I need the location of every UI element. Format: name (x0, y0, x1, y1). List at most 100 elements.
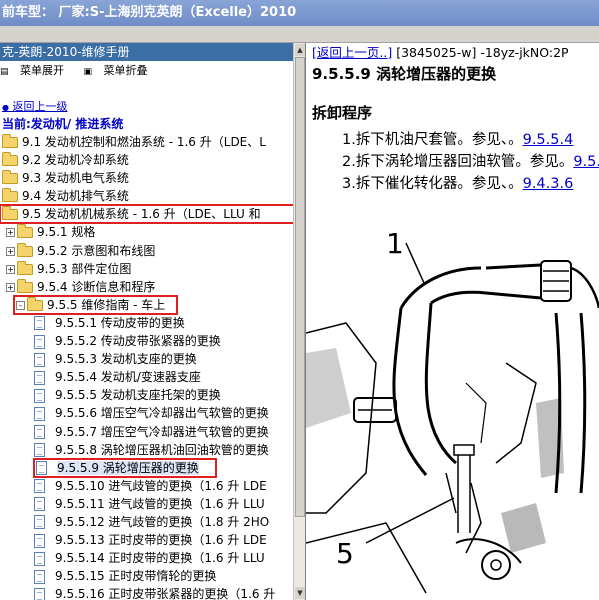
bullet-icon: ● (2, 103, 9, 112)
document-icon (34, 334, 45, 349)
scrollbar-thumb[interactable] (295, 57, 305, 517)
callout-5: 5 (336, 537, 354, 570)
collapse-icon: ▣ (83, 67, 93, 77)
expand-menu-button[interactable]: ▤ 菜单展开 (0, 64, 76, 77)
page-title: 9.5.5.9 涡轮增压器的更换 (312, 65, 497, 83)
tree-doc-item[interactable]: 9.5.5.9 涡轮增压器的更换 (33, 457, 217, 478)
current-location: 当前:发动机/ 推进系统 (2, 117, 124, 131)
tree-item-label: 9.5.5.7 增压空气冷却器进气软管的更换 (55, 424, 269, 439)
folder-icon (17, 260, 33, 275)
tree-doc-item[interactable]: 9.5.5.6 增压空气冷却器出气软管的更换 (0, 404, 294, 422)
step-1-ref-link[interactable]: 9.5.5.4 (523, 132, 574, 148)
collapse-node-icon[interactable]: - (16, 300, 25, 310)
folder-icon (2, 206, 18, 221)
tree-doc-item[interactable]: 9.5.5.7 增压空气冷却器进气软管的更换 (0, 423, 294, 441)
back-up-link-label: 返回上一级 (12, 100, 68, 113)
tree-item-label: 9.5.5.9 涡轮增压器的更换 (57, 460, 199, 475)
tree-item-label: 9.5.5.11 进气歧管的更换（1.6 升 LLU (55, 496, 265, 511)
tree-folder-item[interactable]: - 9.5.5 维修指南 - 车上 (13, 294, 178, 315)
back-page-link[interactable]: [返回上一页..] (312, 45, 392, 60)
folder-icon (17, 224, 33, 239)
tree-doc-item[interactable]: 9.5.5.13 正时皮带的更换（1.6 升 LDE (0, 531, 294, 549)
expand-node-icon[interactable]: + (6, 282, 15, 292)
turbocharger-illustration: 1 5 (306, 227, 599, 594)
tree-item-label: 9.5.5.1 传动皮带的更换 (55, 315, 185, 330)
nav-tree: 9.1 发动机控制和燃油系统 - 1.6 升（LDE、L 9.2 发动机冷却系统 9… (0, 133, 294, 600)
step-3: 3.拆下催化转化器。参见、。9.4.3.6 (306, 173, 599, 195)
tree-folder-item[interactable]: +9.5.2 示意图和布线图 (0, 242, 294, 260)
tree-folder-item[interactable]: +9.5.1 规格 (0, 223, 294, 241)
expand-node-icon[interactable]: + (6, 264, 15, 274)
tree-doc-item[interactable]: 9.5.5.16 正时皮带张紧器的更换（1.6 升 (0, 585, 294, 600)
tree-folder-item[interactable]: 9.2 发动机冷却系统 (0, 151, 294, 169)
folder-icon (2, 188, 18, 203)
document-icon (34, 497, 45, 512)
tree-folder-item[interactable]: +9.5.3 部件定位图 (0, 260, 294, 278)
collapse-menu-label: 菜单折叠 (103, 64, 148, 77)
tree-doc-item[interactable]: 9.5.5.3 发动机支座的更换 (0, 350, 294, 368)
step-2-text: 2.拆下涡轮增压器回油软管。参见。 (342, 154, 574, 170)
step-2-ref-link[interactable]: 9.5.5.4 (573, 154, 599, 170)
tree-item-label: 9.5.5 维修指南 - 车上 (47, 297, 166, 312)
tree-item-label: 9.5.5.8 涡轮增压器机油回油软管的更换 (55, 442, 269, 457)
left-nav-pane: 克-英朗-2010-维修手册 ▤ 菜单展开 ▣ 菜单折叠 ● 返回上一级 当前:… (0, 43, 306, 600)
tree-item-label: 9.5.5.6 增压空气冷却器出气软管的更换 (55, 406, 269, 421)
folder-icon (2, 152, 18, 167)
tree-doc-item[interactable]: 9.5.5.2 传动皮带张紧器的更换 (0, 332, 294, 350)
tree-item-label: 9.5.5.16 正时皮带张紧器的更换（1.6 升 (55, 587, 276, 600)
folder-icon (27, 296, 43, 311)
document-icon (34, 316, 45, 331)
scroll-up-arrow-icon[interactable]: ▲ (295, 44, 305, 56)
step-3-text: 3.拆下催化转化器。参见、。 (342, 176, 523, 192)
step-1-text: 1.拆下机油尺套管。参见、。 (342, 132, 523, 148)
step-1: 1.拆下机油尺套管。参见、。9.5.5.4 (306, 129, 599, 151)
expand-menu-label: 菜单展开 (20, 64, 65, 77)
tree-item-label: 9.3 发动机电气系统 (22, 171, 129, 186)
content-header: [返回上一页..] [3845025-w] -18yz-jkNO:2P (306, 43, 599, 63)
tree-item-label: 9.5.5.4 发动机/变速器支座 (55, 370, 201, 385)
tree-item-label: 9.5.5.3 发动机支座的更换 (55, 352, 197, 367)
window-toolbar-strip (0, 26, 599, 43)
tree-doc-item[interactable]: 9.5.5.5 发动机支座托架的更换 (0, 386, 294, 404)
nav-scrollbar[interactable]: ▲ ▼ (293, 43, 305, 600)
step-2: 2.拆下涡轮增压器回油软管。参见。9.5.5.4 (306, 151, 599, 173)
document-icon (34, 370, 45, 385)
document-icon (34, 515, 45, 530)
tree-folder-item[interactable]: 9.5 发动机机械系统 - 1.6 升（LDE、LLU 和 (0, 204, 294, 225)
document-icon (34, 533, 45, 548)
section-heading: 拆卸程序 (312, 104, 373, 122)
steps-list: 1.拆下机油尺套管。参见、。9.5.5.4 2.拆下涡轮增压器回油软管。参见。9… (306, 129, 599, 195)
nav-toolbar: ▤ 菜单展开 ▣ 菜单折叠 (0, 61, 294, 81)
collapse-menu-button[interactable]: ▣ 菜单折叠 (84, 64, 156, 77)
tree-doc-item[interactable]: 9.5.5.15 正时皮带惰轮的更换 (0, 567, 294, 585)
step-3-ref-link[interactable]: 9.4.3.6 (523, 176, 574, 192)
back-up-link[interactable]: ● 返回上一级 (0, 99, 305, 115)
document-icon (34, 425, 45, 439)
tree-item-label: 9.2 发动机冷却系统 (22, 153, 129, 168)
tree-folder-item[interactable]: 9.1 发动机控制和燃油系统 - 1.6 升（LDE、L (0, 133, 294, 151)
scroll-down-arrow-icon[interactable]: ▼ (295, 587, 305, 599)
tree-doc-item[interactable]: 9.5.5.10 进气歧管的更换（1.6 升 LDE (0, 477, 294, 495)
content-pane: [返回上一页..] [3845025-w] -18yz-jkNO:2P 9.5.… (306, 43, 599, 600)
tree-doc-item[interactable]: 9.5.5.11 进气歧管的更换（1.6 升 LLU (0, 495, 294, 513)
document-icon (34, 551, 45, 566)
tree-item-label: 9.1 发动机控制和燃油系统 - 1.6 升（LDE、L (22, 135, 266, 149)
tree-folder-item[interactable]: 9.4 发动机排气系统 (0, 187, 294, 205)
folder-icon (17, 278, 33, 293)
tree-item-label: 9.5.5.2 传动皮带张紧器的更换 (55, 334, 221, 349)
tree-folder-item[interactable]: +9.5.4 诊断信息和程序 (0, 278, 294, 296)
tree-item-label: 9.5.5.13 正时皮带的更换（1.6 升 LDE (55, 533, 267, 548)
document-icon (34, 443, 45, 458)
tree-doc-item[interactable]: 9.5.5.8 涡轮增压器机油回油软管的更换 (0, 441, 294, 459)
folder-icon (2, 170, 18, 185)
document-icon (34, 352, 45, 367)
expand-node-icon[interactable]: + (6, 228, 15, 238)
tree-doc-item[interactable]: 9.5.5.12 进气歧管的更换（1.8 升 2HO (0, 513, 294, 531)
tree-doc-item[interactable]: 9.5.5.4 发动机/变速器支座 (0, 368, 294, 386)
tree-doc-item[interactable]: 9.5.5.1 传动皮带的更换 (0, 314, 294, 332)
tree-doc-item[interactable]: 9.5.5.14 正时皮带的更换（1.6 升 LLU (0, 549, 294, 567)
document-icon (34, 388, 45, 403)
expand-node-icon[interactable]: + (6, 246, 15, 256)
tree-item-label: 9.5.4 诊断信息和程序 (37, 279, 156, 294)
tree-folder-item[interactable]: 9.3 发动机电气系统 (0, 169, 294, 187)
